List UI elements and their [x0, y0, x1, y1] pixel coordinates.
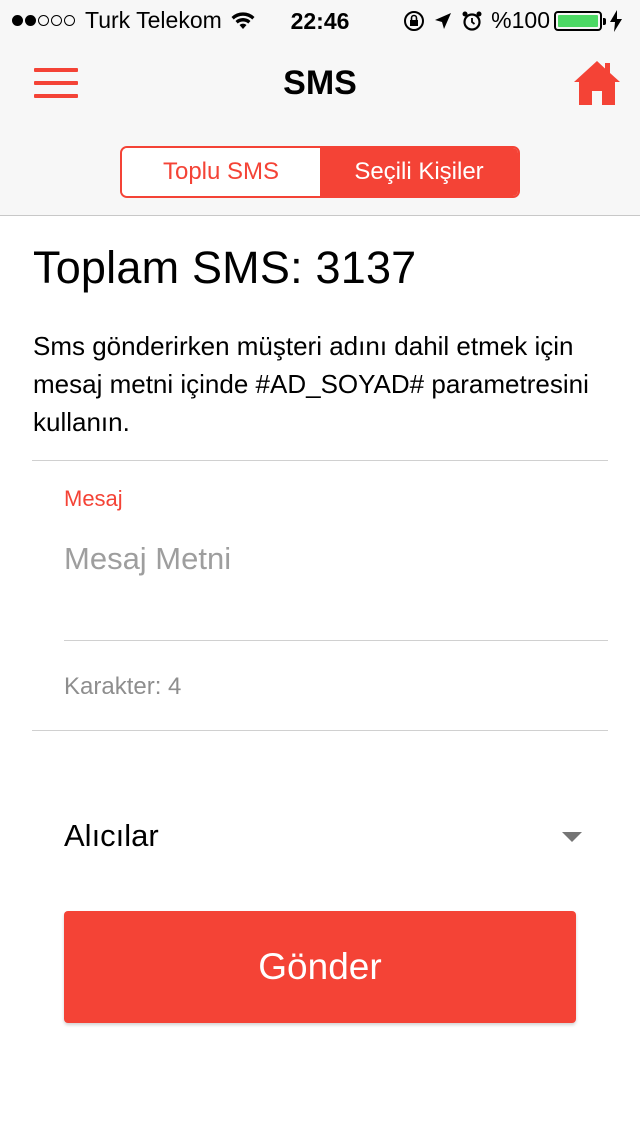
send-button[interactable]: Gönder — [64, 911, 576, 1023]
segment-toplu-sms[interactable]: Toplu SMS — [122, 148, 320, 196]
status-bar: Turk Telekom 22:46 %100 — [0, 0, 640, 40]
recipients-label: Alıcılar — [64, 818, 159, 853]
total-sms-heading: Toplam SMS: 3137 — [33, 242, 417, 293]
message-underline — [64, 640, 608, 641]
alarm-icon — [462, 11, 482, 31]
message-input[interactable] — [64, 536, 608, 582]
navigation-bar: SMS Toplu SMS Seçili Kişiler — [0, 40, 640, 216]
segment-secili-kisiler[interactable]: Seçili Kişiler — [320, 148, 518, 196]
location-icon — [435, 12, 452, 29]
battery-icon — [554, 10, 606, 31]
divider — [32, 730, 608, 731]
divider — [32, 460, 608, 461]
segment-control: Toplu SMS Seçili Kişiler — [120, 146, 520, 198]
home-icon[interactable] — [572, 58, 622, 108]
dropdown-arrow-icon — [562, 832, 582, 842]
info-text: Sms gönderirken müşteri adını dahil etme… — [33, 331, 589, 437]
character-count: Karakter: 4 — [64, 673, 182, 700]
orientation-lock-icon — [404, 10, 425, 31]
battery-percent: %100 — [491, 7, 550, 33]
message-label: Mesaj — [64, 486, 123, 511]
recipients-dropdown[interactable]: Alıcılar — [64, 808, 588, 868]
page-title: SMS — [283, 64, 357, 102]
charging-bolt-icon — [610, 9, 622, 32]
status-right: %100 — [403, 7, 630, 34]
